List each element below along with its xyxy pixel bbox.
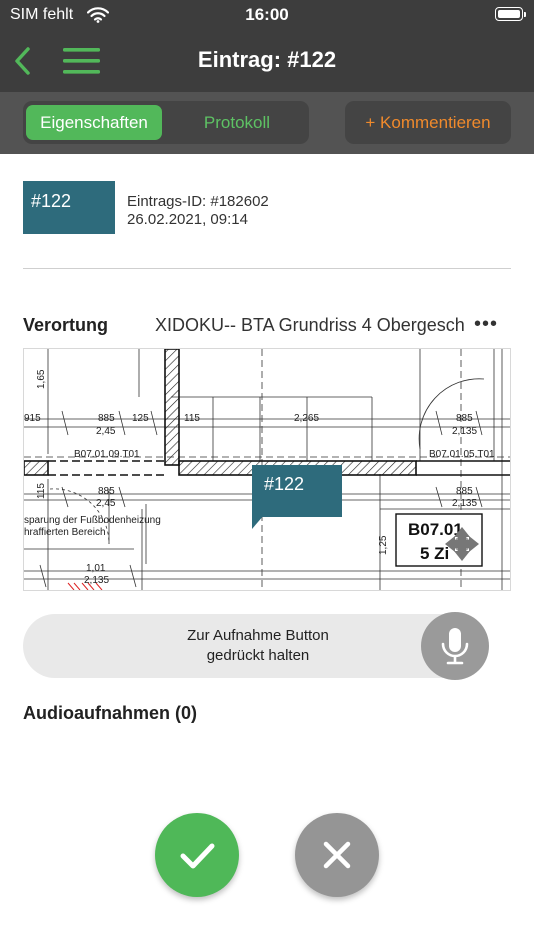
navigation-bar: Eintrag: #122: [0, 30, 534, 92]
dim-label: 115: [36, 483, 47, 499]
entry-number-badge: #122: [23, 181, 115, 234]
dim-label: 2,45: [96, 426, 116, 437]
close-icon: [323, 841, 351, 869]
record-button[interactable]: [421, 612, 489, 680]
microphone-icon: [441, 628, 469, 665]
dim-label: 2,135: [84, 575, 109, 586]
dim-label: 2,135: [452, 498, 477, 509]
comment-button[interactable]: + Kommentieren: [345, 101, 511, 144]
confirm-button[interactable]: [155, 813, 239, 897]
entry-number-label: #122: [31, 191, 72, 211]
entry-id: Eintrags-ID: #182602: [127, 193, 269, 210]
location-path: XIDOKU-- BTA Grundriss 4 Obergeschoss: [155, 315, 465, 335]
tab-bar: Eigenschaften Protokoll + Kommentieren: [0, 92, 534, 154]
more-options-icon[interactable]: •••: [474, 313, 498, 336]
room-label: B07.01.09.T01: [74, 449, 140, 460]
plan-note: hraffierten Bereich: [24, 527, 106, 538]
dim-label: 115: [184, 413, 200, 424]
entry-pin-marker[interactable]: #122: [252, 465, 342, 529]
dim-label: 125: [132, 413, 149, 424]
dim-label: 885: [98, 486, 115, 497]
record-hint-text: Zur Aufnahme Button gedrückt halten: [118, 626, 398, 666]
audio-recordings-label: Audioaufnahmen (0): [23, 703, 197, 723]
dim-label: 885: [456, 486, 473, 497]
room-box-label: B07.01: [408, 520, 463, 539]
location-label: Verortung: [23, 315, 109, 335]
dim-label: 1,01: [86, 563, 106, 574]
room-box-label: 5 Zi: [420, 544, 449, 563]
dim-label: 1,65: [36, 369, 47, 389]
record-hint-line2: gedrückt halten: [206, 647, 310, 664]
segmented-tabs: Eigenschaften Protokoll: [23, 101, 309, 144]
plan-note: sparung der Fußbodenheizung: [24, 515, 161, 526]
record-hint-bar: Zur Aufnahme Button gedrückt halten: [23, 614, 488, 678]
entry-date: 26.02.2021, 09:14: [127, 211, 248, 228]
page-title: Eintrag: #122: [197, 47, 337, 72]
tab-eigenschaften[interactable]: Eigenschaften: [26, 105, 162, 140]
cancel-button[interactable]: [295, 813, 379, 897]
dim-label: 2,265: [294, 413, 319, 424]
dim-label: 885: [98, 413, 115, 424]
floor-plan-view[interactable]: 1,65 915 885 125 2,45 115 2,265 885 2,13…: [23, 348, 511, 591]
dim-label: 1,25: [378, 535, 389, 555]
record-hint-line1: Zur Aufnahme Button: [187, 627, 329, 644]
battery-icon: [495, 7, 526, 21]
clock: 16:00: [245, 5, 289, 24]
dim-label: 885: [456, 413, 473, 424]
dim-label: 2,45: [96, 498, 116, 509]
dim-label: 915: [24, 413, 41, 424]
status-bar: SIM fehlt 16:00: [0, 0, 534, 30]
pin-label: #122: [264, 474, 304, 494]
checkmark-icon: [180, 843, 215, 869]
floor-plan-drawing: 1,65 915 885 125 2,45 115 2,265 885 2,13…: [24, 349, 510, 590]
dim-label: 2,135: [452, 426, 477, 437]
divider: [23, 268, 511, 269]
tab-protokoll[interactable]: Protokoll: [168, 105, 306, 140]
room-label: B07.01.05.T01: [429, 449, 495, 460]
